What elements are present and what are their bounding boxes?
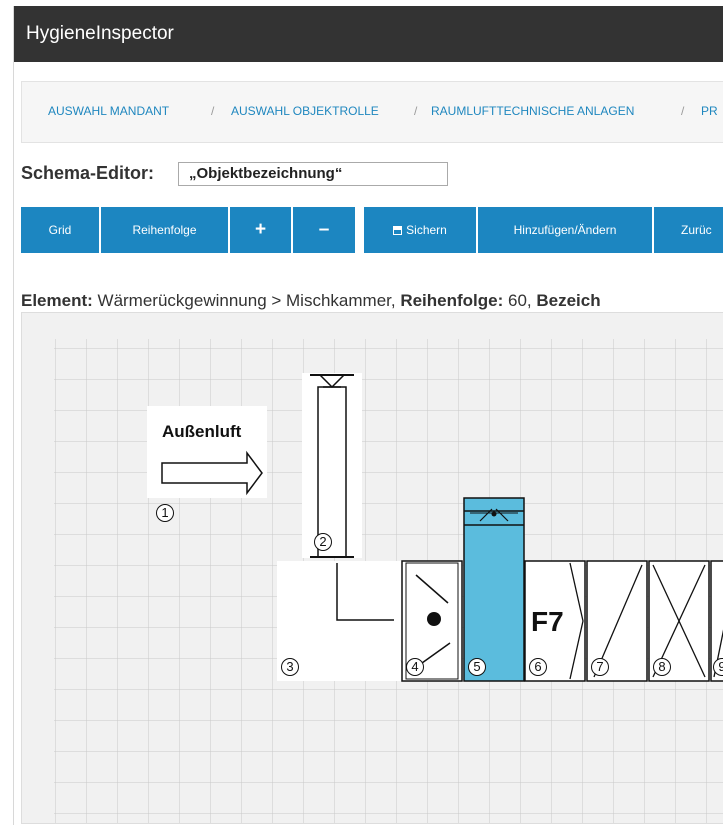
breadcrumb: AUSWAHL MANDANT / AUSWAHL OBJEKTROLLE / … (21, 81, 723, 143)
element-number-2: 2 (314, 533, 332, 551)
schema-editor-label: Schema-Editor: (21, 163, 155, 183)
intake-shaft-element[interactable] (302, 373, 362, 558)
toolbar: Grid Reihenfolge + – Sichern Hinzufügen/… (21, 207, 723, 253)
schema-drawing (54, 339, 723, 823)
back-button[interactable]: Zurüc (654, 207, 723, 253)
breadcrumb-item-pr[interactable]: PR (701, 104, 718, 118)
save-button[interactable]: Sichern (364, 207, 476, 253)
app-header: HygieneInspector (14, 6, 723, 62)
element-value: Wärmerückgewinnung > Mischkammer, (92, 291, 401, 310)
breadcrumb-item-objektrolle[interactable]: AUSWAHL OBJEKTROLLE (231, 104, 379, 118)
add-change-button[interactable]: Hinzufügen/Ändern (478, 207, 652, 253)
breadcrumb-item-rlt-anlagen[interactable]: RAUMLUFTTECHNISCHE ANLAGEN (431, 104, 634, 118)
remove-button[interactable]: – (293, 207, 355, 253)
element-number-3: 3 (281, 658, 299, 676)
breadcrumb-item-mandant[interactable]: AUSWAHL MANDANT (48, 104, 169, 118)
filter-class-label: F7 (531, 606, 564, 637)
add-button[interactable]: + (230, 207, 291, 253)
schema-canvas[interactable]: Außenluft F7 1 2 3 4 5 6 7 8 9 (21, 312, 723, 824)
floppy-icon (393, 226, 403, 235)
object-name-field[interactable]: „Objektbezeichnung“ (178, 162, 448, 186)
app-title: HygieneInspector (26, 23, 174, 44)
element-number-6: 6 (529, 658, 547, 676)
element-number-5: 5 (468, 658, 486, 676)
name-label: Bezeich (536, 291, 601, 310)
outside-air-element[interactable] (147, 406, 267, 498)
breadcrumb-separator: / (414, 104, 418, 118)
app-window: HygieneInspector AUSWAHL MANDANT / AUSWA… (13, 6, 723, 825)
breadcrumb-separator: / (681, 104, 685, 118)
order-button[interactable]: Reihenfolge (101, 207, 228, 253)
element-number-7: 7 (591, 658, 609, 676)
element-number-8: 8 (653, 658, 671, 676)
element-label: Element: (21, 291, 93, 310)
element-number-1: 1 (156, 504, 174, 522)
app: HygieneInspector AUSWAHL MANDANT / AUSWA… (0, 0, 723, 825)
order-label: Reihenfolge: (400, 291, 504, 310)
grid-button[interactable]: Grid (21, 207, 99, 253)
outside-air-label: Außenluft (162, 422, 242, 441)
breadcrumb-separator: / (211, 104, 215, 118)
order-value: 60, (503, 291, 537, 310)
save-label: Sichern (406, 223, 447, 237)
element-number-4: 4 (406, 658, 424, 676)
element-info: Element: Wärmerückgewinnung > Mischkamme… (21, 291, 601, 311)
selected-element[interactable] (463, 497, 525, 682)
